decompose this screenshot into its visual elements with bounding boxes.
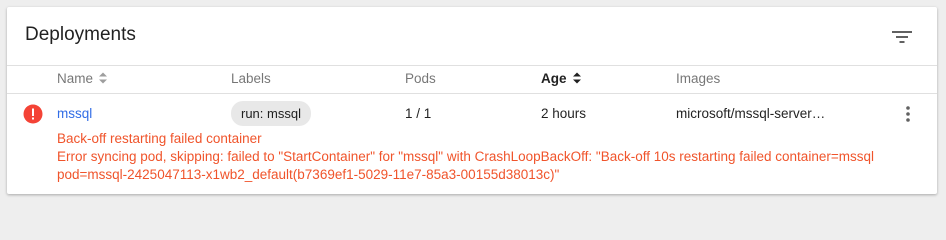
column-header-pods-label: Pods [405, 70, 436, 86]
column-header-name-label: Name [57, 70, 94, 86]
label-chip: run: mssql [231, 101, 311, 126]
card-header: Deployments [7, 7, 937, 66]
column-header-name[interactable]: Name [57, 69, 108, 87]
more-vert-icon[interactable] [904, 104, 912, 124]
sort-unsorted-icon [99, 72, 108, 84]
error-message-line: Back-off restarting failed container [57, 131, 262, 146]
error-messages: Back-off restarting failed container Err… [57, 130, 932, 184]
column-header-age[interactable]: Age [541, 69, 582, 87]
pods-cell: 1 / 1 [405, 106, 432, 121]
deployments-card: Deployments Name Labels Pods Age Images [7, 7, 937, 194]
header-divider [7, 93, 937, 94]
column-header-age-label: Age [541, 70, 567, 86]
age-cell: 2 hours [541, 106, 587, 121]
deployment-name-link[interactable]: mssql [57, 106, 92, 121]
column-header-images: Images [676, 69, 720, 87]
column-header-images-label: Images [676, 70, 721, 86]
error-message-line: pod=mssql-2425047113-x1wb2_default(b7369… [57, 167, 560, 182]
sort-ascending-icon [572, 72, 581, 84]
error-icon [23, 104, 43, 124]
images-cell: microsoft/mssql-server… [676, 106, 826, 121]
filter-list-icon[interactable] [891, 28, 913, 46]
error-message-line: Error syncing pod, skipping: failed to "… [57, 149, 874, 164]
deployment-name-cell: mssql [57, 105, 92, 123]
column-header-labels: Labels [231, 69, 271, 87]
column-header-pods: Pods [405, 69, 436, 87]
card-title: Deployments [25, 24, 136, 45]
column-header-labels-label: Labels [231, 70, 271, 86]
